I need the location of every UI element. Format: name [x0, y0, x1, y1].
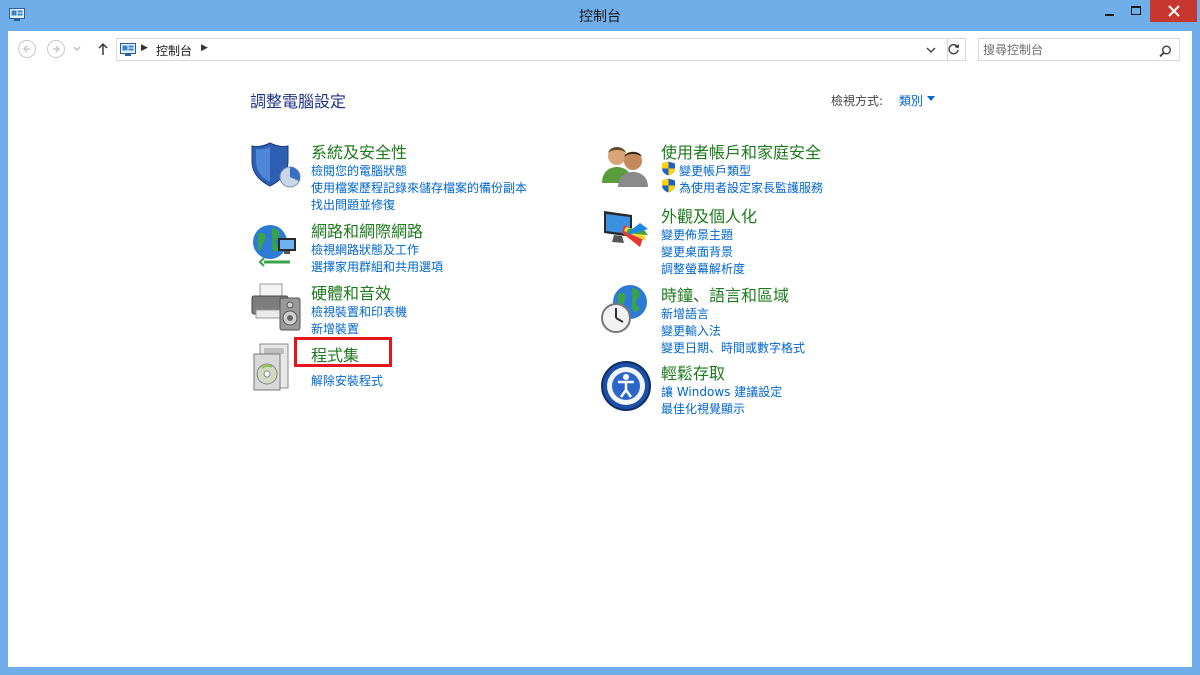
breadcrumb-control-panel[interactable]: 控制台: [156, 42, 192, 59]
forward-arrow-icon: [47, 40, 65, 58]
view-by-label: 檢視方式:: [831, 94, 884, 108]
category-title-hardware-sound[interactable]: 硬體和音效: [311, 280, 391, 304]
category-title-appearance[interactable]: 外觀及個人化: [661, 203, 757, 227]
clock-globe-icon[interactable]: [600, 282, 652, 334]
address-dropdown-button[interactable]: [923, 42, 939, 58]
category-system-security: 系統及安全性 檢閱您的電腦狀態 使用檔案歷程記錄來儲存檔案的備份副本 找出問題並…: [250, 139, 550, 212]
category-title-ease-of-access[interactable]: 輕鬆存取: [661, 360, 725, 384]
close-button[interactable]: [1150, 0, 1197, 22]
link-review-computer-status[interactable]: 檢閱您的電腦狀態: [311, 162, 407, 179]
maximize-button[interactable]: [1122, 0, 1149, 22]
uac-shield-icon: [661, 178, 676, 193]
recent-locations-button[interactable]: [71, 39, 83, 59]
category-user-accounts: 使用者帳戶和家庭安全 變更帳戶類型 為使用者設定家長監護服務: [600, 139, 900, 201]
category-title-network-internet[interactable]: 網路和網際網路: [311, 218, 423, 242]
link-homegroup-sharing[interactable]: 選擇家用群組和共用選項: [311, 258, 443, 275]
navigation-bar: ▶ 控制台 ▶: [8, 31, 1192, 67]
back-arrow-icon: [18, 40, 36, 58]
link-uninstall-program[interactable]: 解除安裝程式: [311, 372, 383, 389]
category-title-user-accounts[interactable]: 使用者帳戶和家庭安全: [661, 139, 821, 163]
category-title-system-security[interactable]: 系統及安全性: [311, 139, 407, 163]
link-add-device[interactable]: 新增裝置: [311, 320, 359, 337]
view-by-dropdown-arrow-icon[interactable]: [927, 96, 935, 101]
address-bar[interactable]: ▶ 控制台 ▶: [116, 38, 948, 61]
view-by-dropdown[interactable]: 類別: [899, 92, 923, 109]
link-adjust-resolution[interactable]: 調整螢幕解析度: [661, 260, 745, 277]
maximize-icon: [1130, 6, 1141, 15]
title-bar: 控制台: [0, 0, 1200, 31]
up-arrow-icon: [98, 42, 108, 55]
ease-of-access-icon[interactable]: [600, 360, 652, 412]
link-devices-printers[interactable]: 檢視裝置和印表機: [311, 303, 407, 320]
link-add-language[interactable]: 新增語言: [661, 305, 709, 322]
search-icon[interactable]: [1159, 43, 1172, 62]
link-change-desktop-background[interactable]: 變更桌面背景: [661, 243, 733, 260]
link-change-theme[interactable]: 變更佈景主題: [661, 226, 733, 243]
control-panel-window: ▶ 控制台 ▶ 調整電腦設定 檢視方式: 類別: [8, 31, 1192, 667]
page-title: 調整電腦設定: [250, 92, 347, 111]
minimize-icon: [1104, 14, 1114, 16]
breadcrumb-separator-icon[interactable]: ▶: [201, 43, 208, 53]
refresh-icon: [948, 44, 960, 55]
search-input[interactable]: [983, 39, 1153, 60]
window-title: 控制台: [579, 9, 621, 25]
network-globe-icon[interactable]: [250, 218, 302, 270]
link-change-account-type[interactable]: 變更帳戶類型: [679, 162, 751, 179]
chevron-down-icon: [73, 46, 81, 51]
link-change-input-method[interactable]: 變更輸入法: [661, 322, 721, 339]
link-windows-suggest-settings[interactable]: 讓 Windows 建議設定: [661, 383, 782, 400]
highlight-box-programs: [294, 337, 392, 367]
link-family-safety[interactable]: 為使用者設定家長監護服務: [679, 179, 823, 196]
category-title-clock-language-region[interactable]: 時鐘、語言和區域: [661, 282, 789, 306]
printer-speaker-icon[interactable]: [250, 280, 302, 332]
chevron-down-icon: [926, 47, 936, 53]
users-icon[interactable]: [600, 139, 652, 191]
search-box[interactable]: [978, 38, 1180, 61]
control-panel-small-icon: [120, 42, 136, 61]
category-hardware-sound: 硬體和音效 檢視裝置和印表機 新增裝置: [250, 280, 550, 337]
minimize-button[interactable]: [1096, 0, 1123, 22]
refresh-button[interactable]: [942, 38, 966, 61]
link-file-history-backup[interactable]: 使用檔案歷程記錄來儲存檔案的備份副本: [311, 179, 527, 196]
security-shield-icon[interactable]: [250, 139, 302, 191]
category-clock-language-region: 時鐘、語言和區域 新增語言 變更輸入法 變更日期、時間或數字格式: [600, 282, 900, 355]
up-button[interactable]: [93, 39, 113, 59]
link-optimize-visual-display[interactable]: 最佳化視覺顯示: [661, 400, 745, 417]
link-find-fix-problems[interactable]: 找出問題並修復: [311, 196, 395, 213]
back-button[interactable]: [17, 39, 37, 59]
close-icon: [1167, 5, 1180, 17]
window-bottom-edge: [8, 665, 1192, 667]
forward-button[interactable]: [46, 39, 66, 59]
breadcrumb-separator-icon[interactable]: ▶: [141, 43, 148, 53]
link-change-date-time-format[interactable]: 變更日期、時間或數字格式: [661, 339, 805, 356]
category-network-internet: 網路和網際網路 檢視網路狀態及工作 選擇家用群組和共用選項: [250, 218, 550, 275]
link-network-status[interactable]: 檢視網路狀態及工作: [311, 241, 419, 258]
category-appearance: 外觀及個人化 變更佈景主題 變更桌面背景 調整螢幕解析度: [600, 203, 900, 276]
category-ease-of-access: 輕鬆存取 讓 Windows 建議設定 最佳化視覺顯示: [600, 360, 900, 417]
appearance-monitor-icon[interactable]: [600, 203, 652, 255]
uac-shield-icon: [661, 161, 676, 176]
